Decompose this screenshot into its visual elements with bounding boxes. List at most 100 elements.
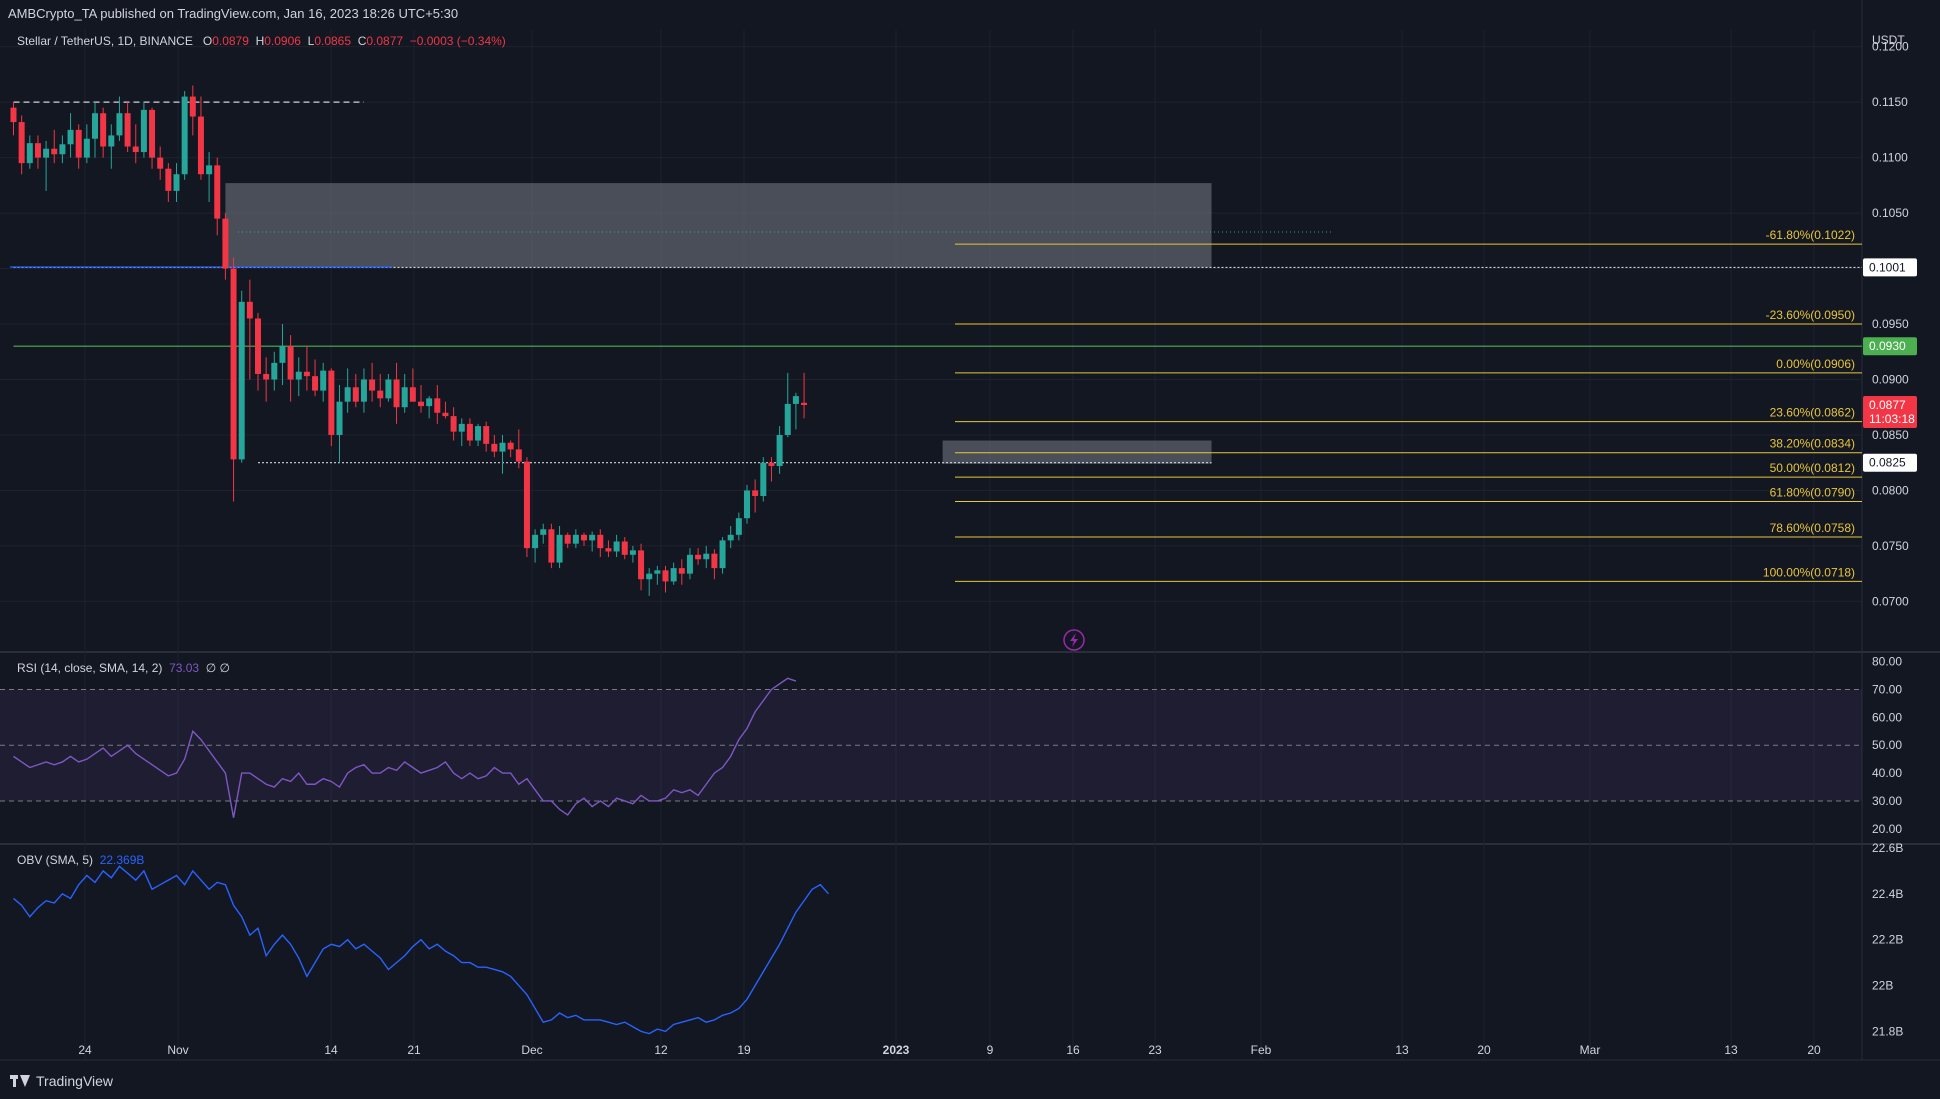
zone-bearish-order-block [225, 183, 1212, 268]
obv-value: 22.369B [99, 853, 145, 867]
candle-body-67 [556, 534, 563, 563]
candle-body-84 [695, 554, 702, 560]
time-tick-14: Mar [1580, 1043, 1601, 1057]
price-tick-8: 0.0800 [1872, 483, 1909, 497]
candle-body-83 [686, 554, 693, 574]
time-tick-12: 13 [1395, 1043, 1409, 1057]
candle-body-19 [165, 168, 172, 191]
rsi-value: 73.03 [169, 661, 200, 675]
candle-body-50 [418, 401, 424, 407]
price-label-text-3: 0.0825 [1869, 456, 1906, 470]
candle-body-27 [230, 268, 237, 460]
tradingview-logo-icon [10, 1075, 30, 1087]
time-tick-3: 21 [407, 1043, 421, 1057]
time-tick-5: 12 [654, 1043, 668, 1057]
trading-chart[interactable]: -61.80%(0.1022) -23.60%(0.0950) 0.00%(0.09… [0, 0, 1940, 1099]
time-tick-6: 19 [737, 1043, 751, 1057]
change-value: −0.0003 (−0.34%) [409, 34, 506, 48]
candle-body-93 [768, 462, 775, 467]
candle-body-59 [491, 443, 498, 452]
candle-body-51 [426, 398, 433, 407]
obv-tick-4: 21.8B [1872, 1024, 1903, 1038]
candle-39 [328, 368, 335, 447]
candle-body-39 [328, 370, 335, 435]
high-label: H [255, 34, 265, 48]
candle-body-14 [124, 113, 131, 147]
candle-body-18 [157, 157, 164, 169]
candle-body-68 [564, 534, 571, 544]
candle-body-3 [34, 143, 41, 158]
price-tick-10: 0.0700 [1872, 594, 1909, 608]
candle-body-89 [735, 518, 742, 535]
symbol-legend[interactable]: Stellar / TetherUS, 1D, BINANCE O0.0879 … [17, 34, 506, 48]
price-label-text-0: 0.1001 [1869, 260, 1906, 274]
candle-body-82 [678, 568, 685, 574]
obv-tick-2: 22.2B [1872, 933, 1903, 947]
candle-body-90 [744, 490, 750, 519]
price-tick-5: 0.0950 [1872, 317, 1909, 331]
candle-body-7 [67, 129, 74, 145]
candle-63 [523, 457, 530, 558]
fib-label-0: -61.80%(0.1022) [1766, 228, 1855, 242]
time-tick-1: Nov [167, 1043, 188, 1057]
candle-body-65 [540, 529, 547, 535]
candle-body-56 [466, 423, 473, 441]
candle-body-31 [263, 373, 270, 380]
candle-body-97 [801, 402, 808, 406]
candle-body-11 [100, 113, 107, 147]
fib-label-4: 38.20%(0.0834) [1770, 437, 1855, 451]
candle-body-24 [206, 165, 213, 175]
time-tick-11: Feb [1251, 1043, 1272, 1057]
candle-body-91 [752, 490, 759, 496]
fib-label-8: 100.00%(0.0718) [1763, 565, 1855, 579]
time-tick-2: 14 [324, 1043, 338, 1057]
candle-body-13 [116, 113, 123, 136]
candle-body-40 [336, 401, 343, 435]
price-label-1: 0.0930 [1863, 337, 1917, 356]
price-tick-9: 0.0750 [1872, 539, 1909, 553]
candle-body-74 [613, 541, 620, 552]
candle-body-54 [450, 416, 457, 432]
fib-label-7: 78.60%(0.0758) [1770, 521, 1855, 535]
candle-body-25 [214, 165, 221, 219]
candle-body-12 [108, 135, 115, 147]
time-tick-9: 16 [1066, 1043, 1080, 1057]
rsi-tick-0: 80.00 [1872, 655, 1902, 669]
candle-body-2 [26, 143, 33, 164]
time-tick-0: 24 [78, 1043, 92, 1057]
price-unit-label: USDT [1872, 33, 1905, 47]
price-tick-7: 0.0850 [1872, 428, 1909, 442]
rsi-tick-4: 40.00 [1872, 766, 1902, 780]
fib-label-2: 0.00%(0.0906) [1776, 357, 1855, 371]
candle-body-62 [515, 449, 522, 462]
candle-body-26 [222, 218, 229, 269]
time-tick-13: 20 [1477, 1043, 1491, 1057]
rsi-extra: ∅ ∅ [205, 661, 231, 675]
candle-body-38 [320, 370, 327, 391]
price-label-3: 0.0825 [1863, 453, 1917, 472]
time-tick-10: 23 [1148, 1043, 1162, 1057]
price-tick-1: 0.1150 [1872, 95, 1908, 109]
rsi-tick-1: 70.00 [1872, 682, 1902, 696]
tradingview-footer[interactable]: TradingView [10, 1073, 113, 1089]
close-value: 0.0877 [366, 34, 404, 48]
candle-body-20 [173, 174, 180, 191]
rsi-tick-6: 20.00 [1872, 822, 1902, 836]
time-tick-4: Dec [521, 1043, 542, 1057]
candle-body-22 [189, 96, 196, 117]
price-tick-6: 0.0900 [1872, 372, 1909, 386]
candle-body-92 [760, 462, 767, 496]
obv-tick-0: 22.6B [1872, 841, 1903, 855]
candle-body-81 [670, 568, 677, 582]
candle-body-73 [605, 548, 612, 552]
obv-legend[interactable]: OBV (SMA, 5) 22.369B [17, 853, 144, 867]
obv-tick-3: 22B [1872, 979, 1893, 993]
rsi-legend[interactable]: RSI (14, close, SMA, 14, 2) 73.03 ∅ ∅ [17, 661, 230, 675]
candle-body-66 [548, 529, 555, 563]
candle-body-0 [10, 107, 17, 123]
candle-body-30 [255, 318, 261, 374]
chart-background [0, 0, 1940, 1099]
candle-body-69 [572, 534, 579, 544]
candle-body-57 [475, 426, 482, 441]
candle-body-78 [646, 573, 653, 580]
